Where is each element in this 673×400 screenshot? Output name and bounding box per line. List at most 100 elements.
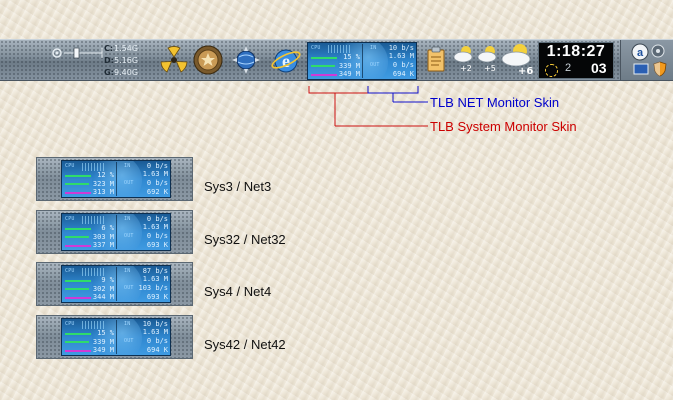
cpu-percent: 12 % [97,171,114,179]
weather-temp: +5 [484,64,496,73]
cpu-history-graph [328,45,352,53]
cpu-label: CPU [65,163,75,169]
mem-used: 323 M [92,180,114,188]
speaker-icon[interactable] [651,44,665,58]
drive-free: 1.54G [114,43,139,53]
net-out-total: 693 K [146,241,168,249]
cpu-bar [65,280,91,282]
mem-bar [311,65,335,67]
radiation-icon[interactable] [158,44,190,76]
system-tray: a [620,40,673,80]
calendar-ring-icon [545,64,558,77]
security-shield-icon[interactable] [653,61,667,77]
internet-explorer-icon[interactable]: e [270,44,302,76]
skin-divider [116,267,117,301]
cpu-label: CPU [65,216,75,222]
swap-bar [65,192,91,194]
messenger-icon[interactable]: a [631,43,649,61]
net-out-total: 693 K [146,293,168,301]
drive-free: 9.40G [114,67,139,77]
clock-time: 1:18:27 [546,43,606,60]
in-label: IN [124,216,131,222]
skin-divider [116,215,117,249]
mem-bar [65,341,89,343]
drive-row: G: 9.40G [104,66,152,78]
net-in-total: 1.63 M [142,170,168,178]
skin-sample-label: Sys3 / Net3 [204,179,272,194]
tlb-monitor-skin[interactable]: CPU IN 10 b/s 1.63 M 15 % OUT 0 b/s 339 … [307,42,417,80]
out-label: OUT [124,233,134,239]
partly-cloudy-icon [477,46,497,63]
drive-letter: G: [104,67,114,77]
system-skin-annotation: TLB System Monitor Skin [430,119,577,134]
net-in-rate: 0 b/s [146,215,168,223]
mem-bar [65,183,89,185]
in-label: IN [124,321,131,327]
in-label: IN [124,163,131,169]
net-out-rate: 0 b/s [146,179,168,187]
net-out-total: 694 K [146,346,168,354]
tlb-monitor-skin-sample: CPU IN 10 b/s 1.63 M 15 % OUT 0 b/s 339 M 349 M 6… [61,318,171,356]
mem-total: 337 M [92,241,114,249]
net-in-total: 1.63 M [142,223,168,231]
net-skin-annotation: TLB NET Monitor Skin [430,95,560,110]
net-out-total: 694 K [392,70,414,78]
cpu-label: CPU [65,321,75,327]
weather-current[interactable]: +6 [500,40,536,80]
out-label: OUT [124,285,134,291]
skin-divider [116,320,117,354]
mem-total: 313 M [92,188,114,196]
skin-sample-frame[interactable]: CPU IN 0 b/s 1.63 M 6 % OUT 0 b/s 303 M 337 M 693… [36,210,193,254]
drive-letter: C: [104,43,114,53]
weather-temp: +2 [460,64,472,73]
drive-row: D: 5.16G [104,54,152,66]
net-in-total: 1.63 M [388,52,414,60]
clock[interactable]: 1:18:27 2 03 [538,42,614,79]
weather-day-2[interactable]: +5 [476,42,500,78]
network-globe-icon[interactable] [230,44,262,76]
tlb-monitor-skin-sample: CPU IN 0 b/s 1.63 M 12 % OUT 0 b/s 323 M 313 M 69… [61,160,171,198]
swap-bar [65,297,91,299]
cpu-label: CPU [65,268,75,274]
skin-divider [116,162,117,196]
notepad-icon[interactable] [420,44,452,76]
stamp-icon[interactable] [192,44,224,76]
swap-bar [65,245,91,247]
skin-sample-frame[interactable]: CPU IN 10 b/s 1.63 M 15 % OUT 0 b/s 339 M 349 M 6… [36,315,193,359]
mem-total: 349 M [92,346,114,354]
in-label: IN [370,45,377,51]
out-label: OUT [370,62,380,68]
mem-used: 303 M [92,233,114,241]
drive-free: 5.16G [114,55,139,65]
weather-day-1[interactable]: +2 [452,42,476,78]
cpu-history-graph [82,216,106,224]
skin-sample-label: Sys42 / Net42 [204,337,286,352]
mem-used: 339 M [92,338,114,346]
volume-slider[interactable] [50,46,110,60]
net-in-rate: 10 b/s [142,320,168,328]
skin-divider [362,44,363,78]
mem-used: 339 M [338,62,360,70]
out-label: OUT [124,338,134,344]
net-in-rate: 10 b/s [388,44,414,52]
skin-sample-frame[interactable]: CPU IN 87 b/s 1.63 M 9 % OUT 103 b/s 302 M 344 M… [36,262,193,306]
mem-bar [65,236,89,238]
partly-cloudy-icon [453,46,473,63]
taskbar: C: 1.54G D: 5.16G G: 9.40G e CPU IN 10 b… [0,39,673,81]
mem-total: 349 M [338,70,360,78]
tlb-monitor-skin-sample: CPU IN 87 b/s 1.63 M 9 % OUT 103 b/s 302 M 344 M… [61,265,171,303]
tlb-monitor-skin-sample: CPU IN 0 b/s 1.63 M 6 % OUT 0 b/s 303 M 337 M 693… [61,213,171,251]
display-icon[interactable] [633,63,649,76]
net-in-rate: 0 b/s [146,162,168,170]
skin-sample-label: Sys4 / Net4 [204,284,272,299]
clock-date: 2 [565,62,572,74]
skin-sample-frame[interactable]: CPU IN 0 b/s 1.63 M 12 % OUT 0 b/s 323 M 313 M 69… [36,157,193,201]
weather-temp: +6 [518,66,534,77]
cpu-bar [65,333,91,335]
svg-text:a: a [637,47,644,59]
cpu-percent: 15 % [97,329,114,337]
cpu-percent: 15 % [343,53,360,61]
cpu-bar [65,228,91,230]
cpu-percent: 6 % [101,224,114,232]
net-out-rate: 103 b/s [138,284,168,292]
